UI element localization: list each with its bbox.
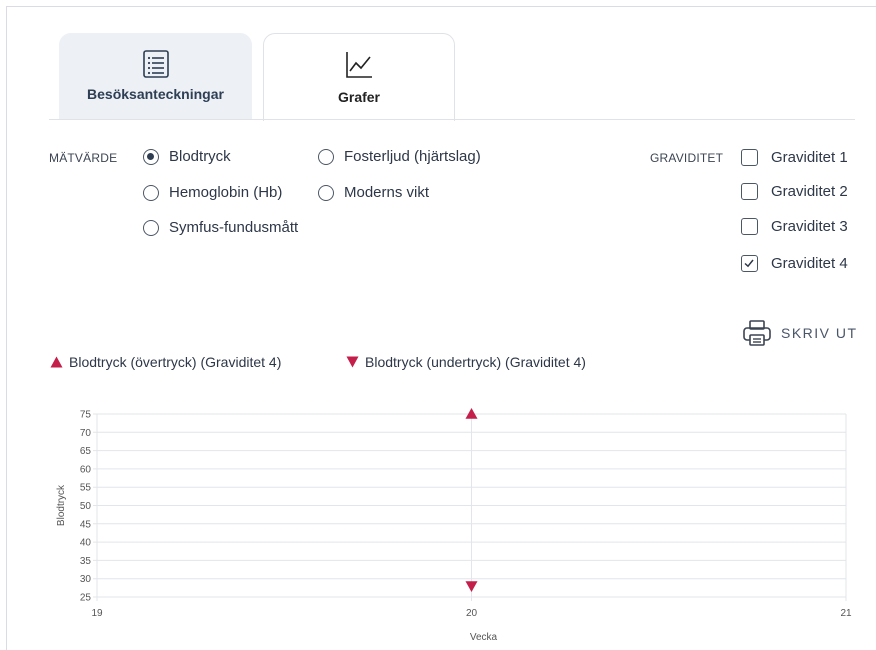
tab-grafer[interactable]: Grafer — [263, 33, 455, 121]
checkbox-graviditet-3[interactable]: Graviditet 3 — [741, 218, 848, 235]
tab-label: Besöksanteckningar — [87, 86, 224, 102]
frame-border-top — [6, 6, 876, 7]
checkmark-icon — [744, 259, 754, 268]
checkbox-graviditet-1[interactable]: Graviditet 1 — [741, 149, 848, 166]
radio-label: Blodtryck — [169, 148, 231, 165]
radio-moderns-vikt[interactable]: Moderns vikt — [318, 184, 429, 201]
radio-circle — [318, 148, 334, 165]
y-tick-label: 45 — [80, 519, 92, 530]
checkbox-label: Graviditet 1 — [771, 149, 848, 166]
checkbox-box — [741, 183, 758, 200]
y-tick-label: 55 — [80, 483, 92, 494]
y-tick-label: 35 — [80, 556, 92, 567]
radio-symfus-fundusmatt[interactable]: Symfus-fundusmått — [143, 219, 298, 236]
list-icon — [142, 50, 169, 78]
radio-circle — [143, 219, 159, 236]
radio-label: Fosterljud (hjärtslag) — [344, 148, 481, 165]
legend-item-undertryck[interactable]: Blodtryck (undertryck) (Graviditet 4) — [346, 354, 586, 370]
tab-label: Grafer — [337, 89, 381, 105]
x-tick-label: 19 — [91, 608, 103, 619]
checkbox-box — [741, 218, 758, 235]
legend-label: Blodtryck (undertryck) (Graviditet 4) — [365, 354, 586, 370]
checkbox-box — [741, 255, 758, 272]
y-tick-label: 30 — [80, 574, 92, 585]
radio-circle — [318, 184, 334, 201]
printer-icon — [743, 320, 771, 346]
triangle-up-icon — [50, 356, 63, 368]
radio-circle — [143, 148, 159, 165]
y-axis-title: Blodtryck — [56, 484, 67, 526]
tab-besoksanteckningar[interactable]: Besöksanteckningar — [59, 33, 252, 119]
diastolic-point — [465, 581, 478, 593]
checkbox-box — [741, 149, 758, 166]
radio-fosterljud[interactable]: Fosterljud (hjärtslag) — [318, 148, 481, 165]
blood-pressure-chart: 25 30 35 40 45 50 55 60 65 70 75 19 20 21 Vecka Blodtry… — [56, 408, 852, 643]
checkbox-graviditet-2[interactable]: Graviditet 2 — [741, 183, 848, 200]
y-tick-label: 50 — [80, 501, 92, 512]
y-tick-label: 70 — [80, 428, 92, 439]
x-tick-label: 21 — [840, 608, 852, 619]
radio-circle — [143, 184, 159, 201]
measure-group-label: MÄTVÄRDE — [49, 151, 118, 165]
y-tick-label: 25 — [80, 593, 92, 604]
legend-item-overtryck[interactable]: Blodtryck (övertryck) (Graviditet 4) — [50, 354, 281, 370]
y-tick-label: 75 — [80, 410, 92, 421]
radio-label: Symfus-fundusmått — [169, 219, 299, 236]
checkbox-label: Graviditet 2 — [771, 183, 848, 200]
checkbox-label: Graviditet 3 — [771, 218, 848, 235]
x-axis-title: Vecka — [470, 632, 498, 643]
checkbox-graviditet-4[interactable]: Graviditet 4 — [741, 255, 848, 272]
checkbox-label: Graviditet 4 — [771, 255, 848, 272]
y-tick-label: 60 — [80, 464, 92, 475]
y-tick-label: 40 — [80, 538, 92, 549]
y-tick-label: 65 — [80, 446, 92, 457]
radio-blodtryck[interactable]: Blodtryck — [143, 148, 231, 165]
tab-divider — [49, 119, 855, 120]
systolic-point — [465, 408, 478, 419]
pregnancy-group-label: GRAVIDITET — [650, 151, 724, 165]
x-tick-label: 20 — [466, 608, 478, 619]
legend-label: Blodtryck (övertryck) (Graviditet 4) — [69, 354, 282, 370]
radio-hemoglobin[interactable]: Hemoglobin (Hb) — [143, 184, 282, 201]
radio-label: Hemoglobin (Hb) — [169, 184, 283, 201]
line-chart-icon — [346, 52, 372, 78]
radio-label: Moderns vikt — [344, 184, 430, 201]
triangle-down-icon — [346, 356, 359, 368]
print-label: SKRIV UT — [781, 325, 858, 341]
print-button[interactable]: SKRIV UT — [741, 319, 858, 347]
